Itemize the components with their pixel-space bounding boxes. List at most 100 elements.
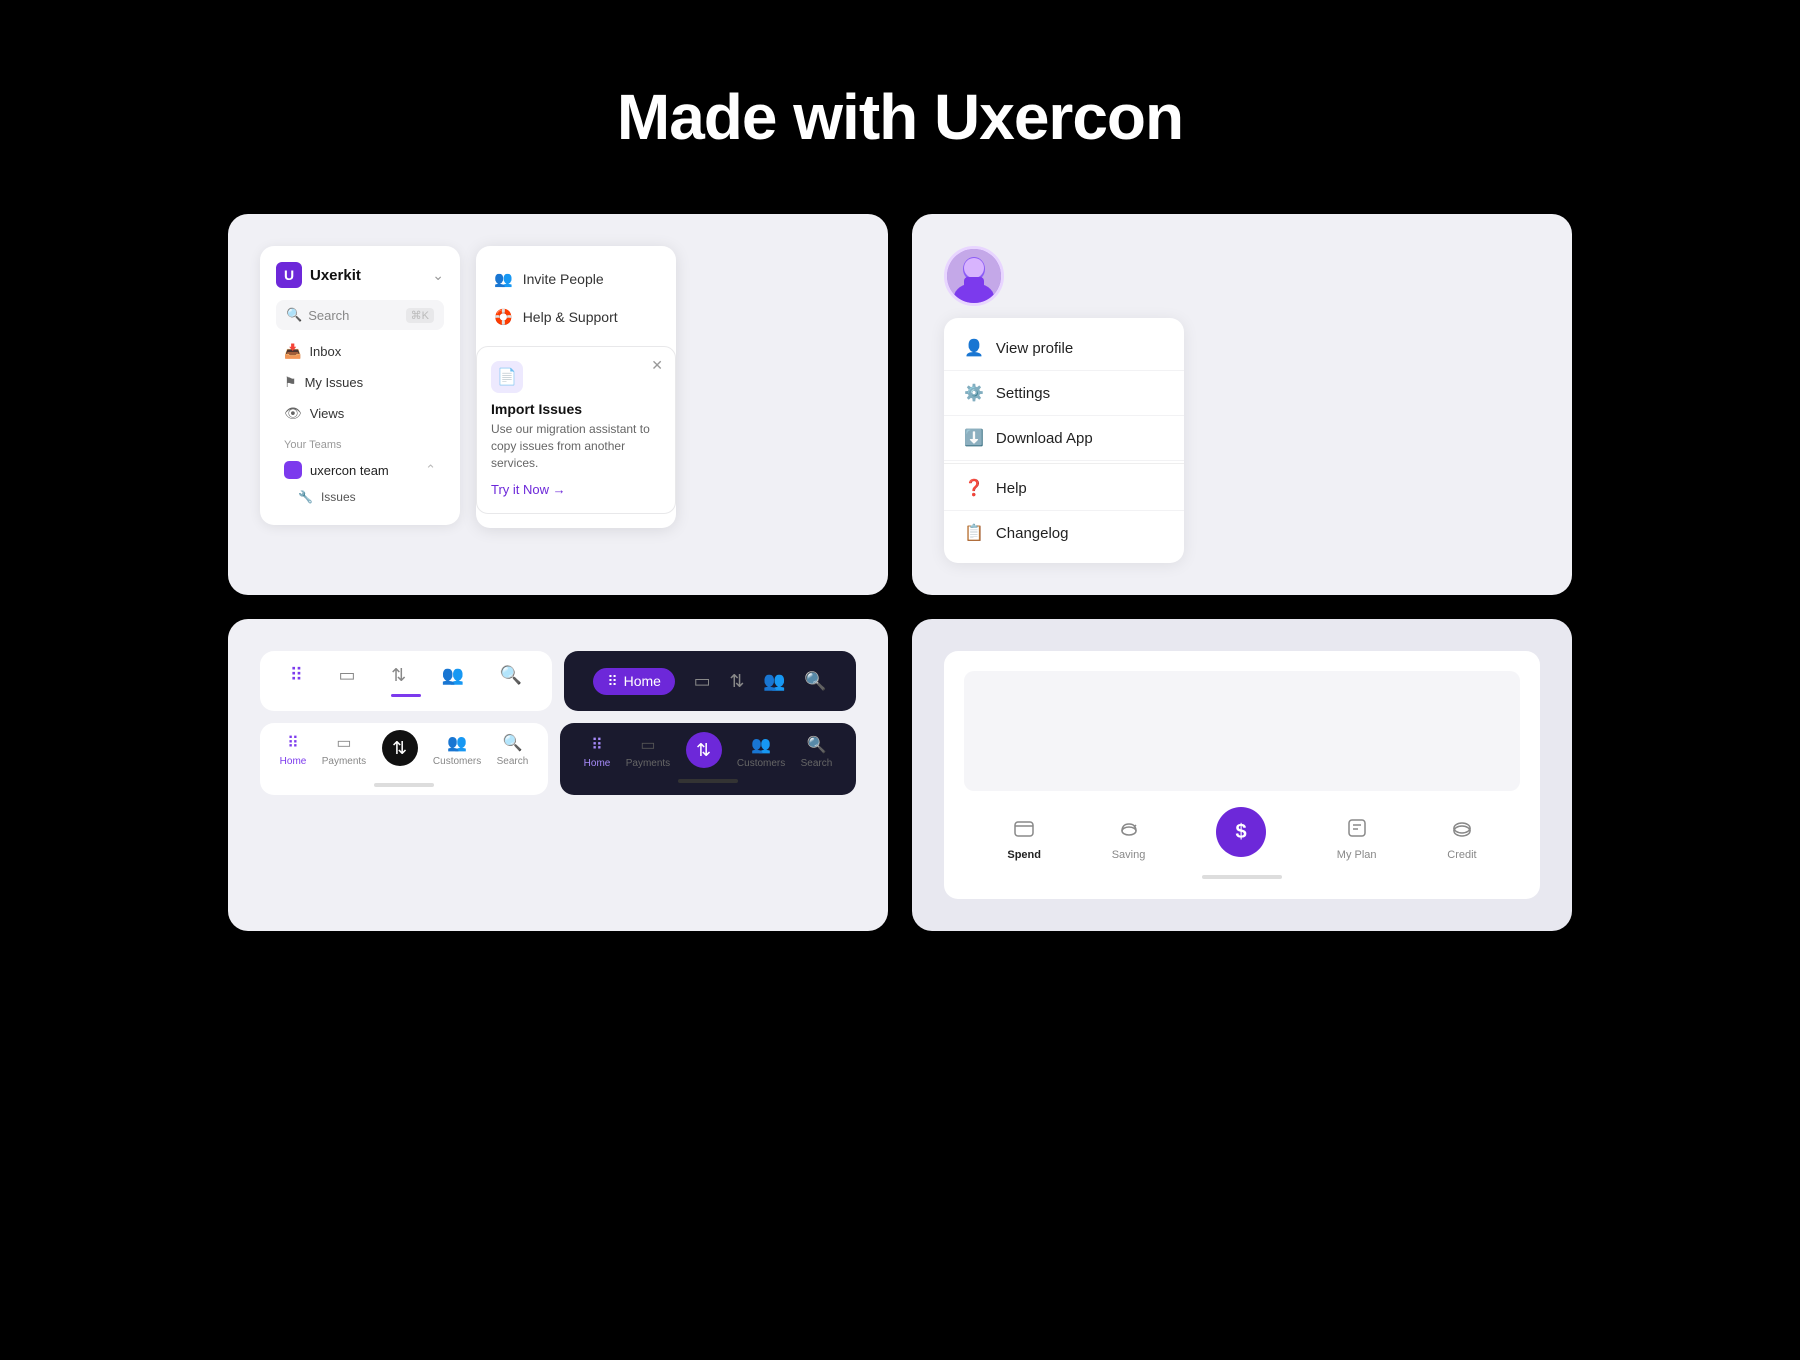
finance-nav-saving[interactable]: Saving bbox=[1112, 817, 1146, 861]
settings-label: Settings bbox=[996, 385, 1050, 402]
finance-nav-spend[interactable]: Spend bbox=[1007, 817, 1041, 861]
nav-item-home-dark[interactable]: ⠿ Home bbox=[593, 668, 675, 695]
nav-bottom-customers-light[interactable]: 👥 Customers bbox=[433, 733, 481, 767]
sub-issues-label: Issues bbox=[321, 490, 356, 504]
sidebar-item-my-issues[interactable]: ⚑ My Issues bbox=[276, 367, 444, 398]
card-profile: 👤 View profile ⚙️ Settings ⬇️ Download A… bbox=[912, 214, 1572, 595]
nav-item-transfer-dark[interactable]: ⇅ bbox=[729, 671, 744, 692]
card-icon-dark: ▭ bbox=[694, 671, 711, 692]
scroll-bar-dark bbox=[678, 779, 738, 783]
search-icon-dark: 🔍 bbox=[804, 671, 826, 692]
help-circle-icon: ❓ bbox=[964, 478, 984, 498]
avatar-image bbox=[947, 249, 1001, 303]
sidebar-search[interactable]: 🔍 Search ⌘K bbox=[276, 300, 444, 330]
spend-label: Spend bbox=[1007, 849, 1041, 861]
profile-menu-item-help[interactable]: ❓ Help bbox=[944, 466, 1184, 511]
nav-item-card-dark[interactable]: ▭ bbox=[694, 671, 711, 692]
nav-bottom-search-light[interactable]: 🔍 Search bbox=[497, 733, 529, 767]
sidebar-logo: U Uxerkit bbox=[276, 262, 361, 288]
cards-grid: U Uxerkit ⌄ 🔍 Search ⌘K 📥 Inbox ⚑ My Iss… bbox=[228, 214, 1572, 931]
navbar-dark-top: ⠿ Home ▭ ⇅ 👥 🔍 bbox=[564, 651, 856, 711]
search-dark-bottom-icon: 🔍 bbox=[807, 735, 827, 755]
users-icon-dark: 👥 bbox=[763, 671, 785, 692]
finance-nav-active[interactable]: $ bbox=[1216, 807, 1266, 861]
popup-close-icon[interactable]: ✕ bbox=[651, 357, 663, 374]
myplan-label: My Plan bbox=[1337, 849, 1377, 861]
nav-dark-fab[interactable]: ⇅ bbox=[686, 736, 722, 768]
transfer-icon-light: ⇅ bbox=[391, 665, 406, 686]
search-shortcut: ⌘K bbox=[406, 308, 434, 323]
popup-desc: Use our migration assistant to copy issu… bbox=[491, 421, 661, 471]
finance-nav-credit[interactable]: Credit bbox=[1447, 817, 1476, 861]
nav-bottom-payments-light[interactable]: ▭ Payments bbox=[322, 733, 366, 767]
dropdown-area: 👥 Invite People 🛟 Help & Support ✕ 📄 Imp… bbox=[476, 246, 856, 528]
home-bottom-icon-light: ⠿ bbox=[287, 733, 299, 753]
nav-bottom-home-light[interactable]: ⠿ Home bbox=[280, 733, 307, 767]
search-icon-light: 🔍 bbox=[500, 665, 522, 686]
nav-dark-home[interactable]: ⠿ Home bbox=[584, 735, 611, 769]
fab-dark[interactable]: ⇅ bbox=[686, 732, 722, 768]
home-icon-light: ⠿ bbox=[290, 665, 303, 686]
nav-item-search-light[interactable]: 🔍 bbox=[500, 665, 522, 686]
customers-dark-bottom-icon: 👥 bbox=[751, 735, 771, 755]
nav-item-customers-light[interactable]: 👥 bbox=[442, 665, 464, 686]
navbar-light-top-items: ⠿ ▭ ⇅ 👥 🔍 bbox=[280, 665, 532, 686]
profile-menu-item-changelog[interactable]: 📋 Changelog bbox=[944, 511, 1184, 555]
nav-item-transfer-light[interactable]: ⇅ bbox=[391, 665, 406, 686]
popup-title: Import Issues bbox=[491, 401, 661, 417]
nav-bottom-fab-light[interactable]: ⇅ bbox=[382, 734, 418, 766]
search-bottom-label-light: Search bbox=[497, 756, 529, 767]
customers-dark-bottom-label: Customers bbox=[737, 758, 785, 769]
finance-top-area bbox=[964, 671, 1520, 791]
users-icon-light: 👥 bbox=[442, 665, 464, 686]
sidebar-team-item[interactable]: uxercon team ⌃ bbox=[276, 455, 444, 485]
payments-bottom-label-light: Payments bbox=[322, 756, 366, 767]
profile-menu: 👤 View profile ⚙️ Settings ⬇️ Download A… bbox=[944, 318, 1184, 563]
import-popup: ✕ 📄 Import Issues Use our migration assi… bbox=[476, 346, 676, 514]
sidebar-panel: U Uxerkit ⌄ 🔍 Search ⌘K 📥 Inbox ⚑ My Iss… bbox=[260, 246, 460, 525]
sidebar-sub-item-issues[interactable]: 🔧 Issues bbox=[276, 485, 444, 509]
sidebar-item-views[interactable]: 👁 Views bbox=[276, 398, 444, 429]
credit-label: Credit bbox=[1447, 849, 1476, 861]
card-icon-light: ▭ bbox=[339, 665, 356, 686]
popup-cta[interactable]: Try it Now → bbox=[491, 482, 566, 497]
nav-dark-customers[interactable]: 👥 Customers bbox=[737, 735, 785, 769]
finance-nav: Spend Saving $ My Plan bbox=[964, 807, 1520, 861]
invite-label: Invite People bbox=[523, 271, 604, 287]
nav-dark-search[interactable]: 🔍 Search bbox=[801, 735, 833, 769]
active-fab-icon[interactable]: $ bbox=[1216, 807, 1266, 857]
inbox-label: Inbox bbox=[309, 344, 341, 359]
sidebar-item-inbox[interactable]: 📥 Inbox bbox=[276, 336, 444, 367]
search-dark-bottom-label: Search bbox=[801, 758, 833, 769]
search-bottom-icon-light: 🔍 bbox=[503, 733, 523, 753]
navbar-light-top: ⠿ ▭ ⇅ 👥 🔍 bbox=[260, 651, 552, 711]
dropdown-invite[interactable]: 👥 Invite People bbox=[476, 260, 676, 298]
payments-dark-bottom-label: Payments bbox=[626, 758, 670, 769]
saving-icon bbox=[1118, 817, 1140, 845]
settings-icon: ⚙️ bbox=[964, 383, 984, 403]
nav-item-search-dark[interactable]: 🔍 bbox=[804, 671, 826, 692]
home-active-dark: ⠿ Home bbox=[593, 668, 675, 695]
finance-scroll-bar bbox=[1202, 875, 1282, 879]
changelog-label: Changelog bbox=[996, 525, 1069, 542]
profile-menu-item-view-profile[interactable]: 👤 View profile bbox=[944, 326, 1184, 371]
card-finance: Spend Saving $ My Plan bbox=[912, 619, 1572, 931]
profile-menu-item-download[interactable]: ⬇️ Download App bbox=[944, 416, 1184, 461]
nav-item-users-dark[interactable]: 👥 bbox=[763, 671, 785, 692]
chevron-icon[interactable]: ⌄ bbox=[432, 267, 444, 284]
logo-icon: U bbox=[276, 262, 302, 288]
credit-icon bbox=[1451, 817, 1473, 845]
saving-label: Saving bbox=[1112, 849, 1146, 861]
payments-bottom-icon-light: ▭ bbox=[336, 733, 351, 753]
dropdown-help[interactable]: 🛟 Help & Support bbox=[476, 298, 676, 336]
nav-item-home-light[interactable]: ⠿ bbox=[290, 665, 303, 686]
myplan-icon bbox=[1346, 817, 1368, 845]
nav-item-payments-light[interactable]: ▭ bbox=[339, 665, 356, 686]
page-title: Made with Uxercon bbox=[617, 80, 1183, 154]
customers-bottom-icon-light: 👥 bbox=[447, 733, 467, 753]
finance-nav-myplan[interactable]: My Plan bbox=[1337, 817, 1377, 861]
nav-dark-payments[interactable]: ▭ Payments bbox=[626, 735, 670, 769]
profile-menu-item-settings[interactable]: ⚙️ Settings bbox=[944, 371, 1184, 416]
card-navbars: ⠿ ▭ ⇅ 👥 🔍 bbox=[228, 619, 888, 931]
fab-light[interactable]: ⇅ bbox=[382, 730, 418, 766]
